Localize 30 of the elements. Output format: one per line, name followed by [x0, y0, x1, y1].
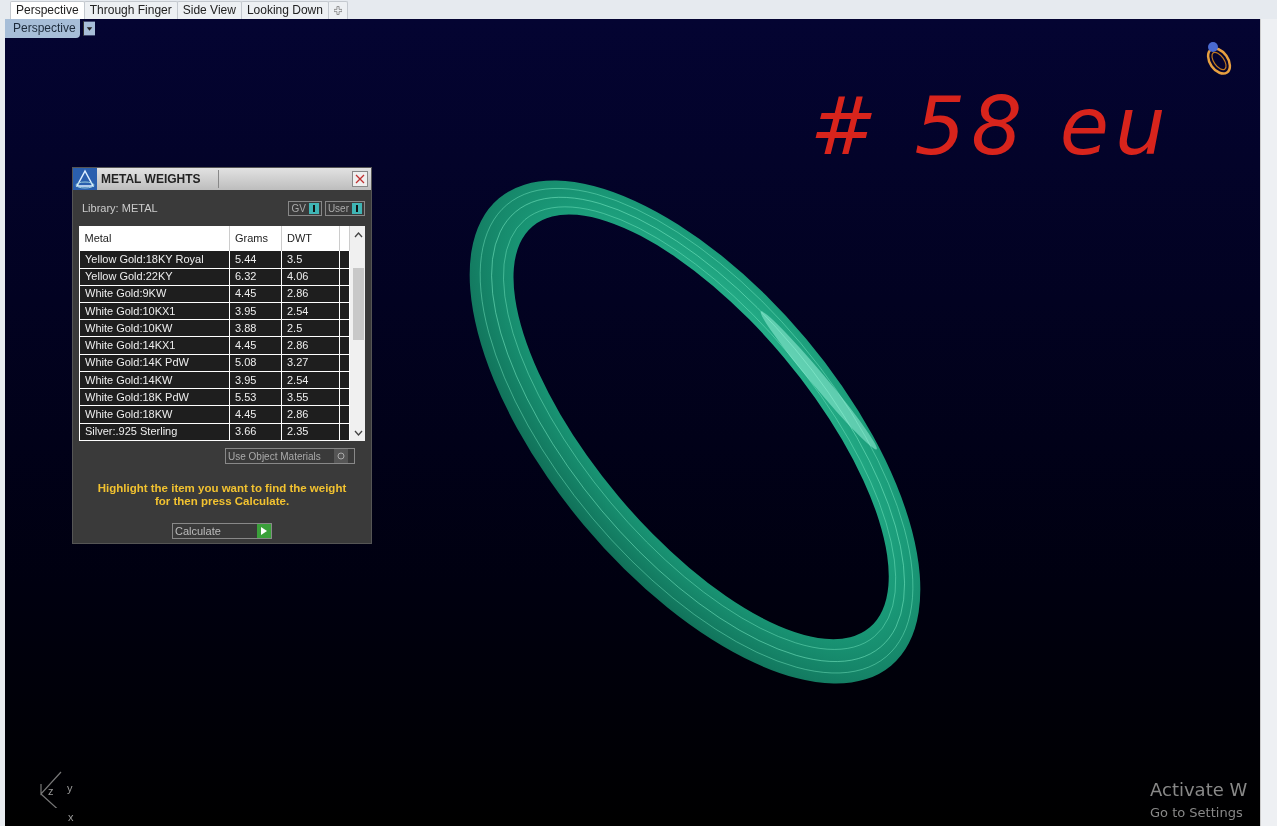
- activation-title: Activate W: [1150, 778, 1248, 802]
- view-tab[interactable]: Perspective: [10, 1, 85, 19]
- toggle-button[interactable]: GV: [288, 200, 322, 216]
- handwritten-note: # 58 eu: [810, 79, 1172, 175]
- scroll-up-icon[interactable]: [354, 232, 363, 238]
- use-object-materials-toggle[interactable]: Use Object Materials: [225, 448, 355, 464]
- scrollbar-thumb[interactable]: [353, 268, 364, 340]
- axis-label: y: [67, 783, 73, 794]
- add-tab-icon[interactable]: [333, 5, 342, 16]
- calculate-button[interactable]: Calculate: [172, 523, 272, 539]
- dropdown-icon[interactable]: [83, 21, 95, 36]
- view-tab[interactable]: Looking Down: [240, 1, 329, 19]
- table-cell: 5.44: [229, 250, 282, 268]
- panel-logo-icon: [73, 168, 97, 190]
- axis-label: x: [68, 812, 74, 823]
- scroll-down-icon[interactable]: [354, 430, 363, 436]
- axis-label: z: [48, 786, 54, 797]
- toggle-button[interactable]: User: [324, 200, 365, 216]
- table-cell: Yellow Gold:18KY Royal: [79, 250, 230, 268]
- panel-title: METAL WEIGHTS: [101, 170, 219, 188]
- close-button[interactable]: [352, 171, 368, 187]
- view-tab[interactable]: Through Finger: [83, 1, 178, 19]
- instruction-text: Highlight the item you want to find the weight for then press Calculate.: [96, 482, 348, 508]
- activation-text: Go to Settings: [1150, 804, 1244, 822]
- play-icon: [261, 527, 267, 535]
- library-label: Library: METAL: [82, 200, 158, 216]
- viewport-label[interactable]: Perspective: [5, 19, 80, 38]
- table-cell: 3.5: [281, 250, 340, 268]
- view-tab[interactable]: Side View: [176, 1, 242, 19]
- close-icon: [355, 174, 365, 184]
